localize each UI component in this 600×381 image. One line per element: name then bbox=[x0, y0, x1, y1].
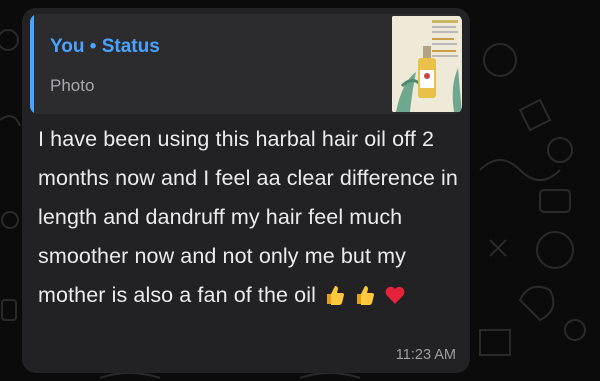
message-body: I have been using this harbal hair oil o… bbox=[38, 127, 458, 307]
thumbs-up-icon bbox=[357, 286, 375, 305]
quote-separator: • bbox=[89, 36, 97, 57]
message-timestamp: 11:23 AM bbox=[395, 347, 456, 363]
red-heart-icon bbox=[385, 286, 405, 304]
quote-context: Status bbox=[101, 36, 160, 57]
quote-title: You • Status bbox=[50, 36, 160, 58]
quote-accent-bar bbox=[30, 14, 34, 114]
quote-media-type: Photo bbox=[50, 76, 95, 95]
hair-oil-photo-icon bbox=[392, 16, 462, 112]
quote-sender: You bbox=[50, 36, 85, 57]
status-photo-thumbnail[interactable] bbox=[392, 16, 462, 112]
thumbs-up-icon bbox=[327, 286, 345, 305]
message-text: I have been using this harbal hair oil o… bbox=[38, 120, 458, 315]
status-reply-quote[interactable]: You • Status Photo bbox=[30, 14, 462, 114]
message-bubble[interactable]: You • Status Photo I have been using thi… bbox=[22, 8, 470, 373]
